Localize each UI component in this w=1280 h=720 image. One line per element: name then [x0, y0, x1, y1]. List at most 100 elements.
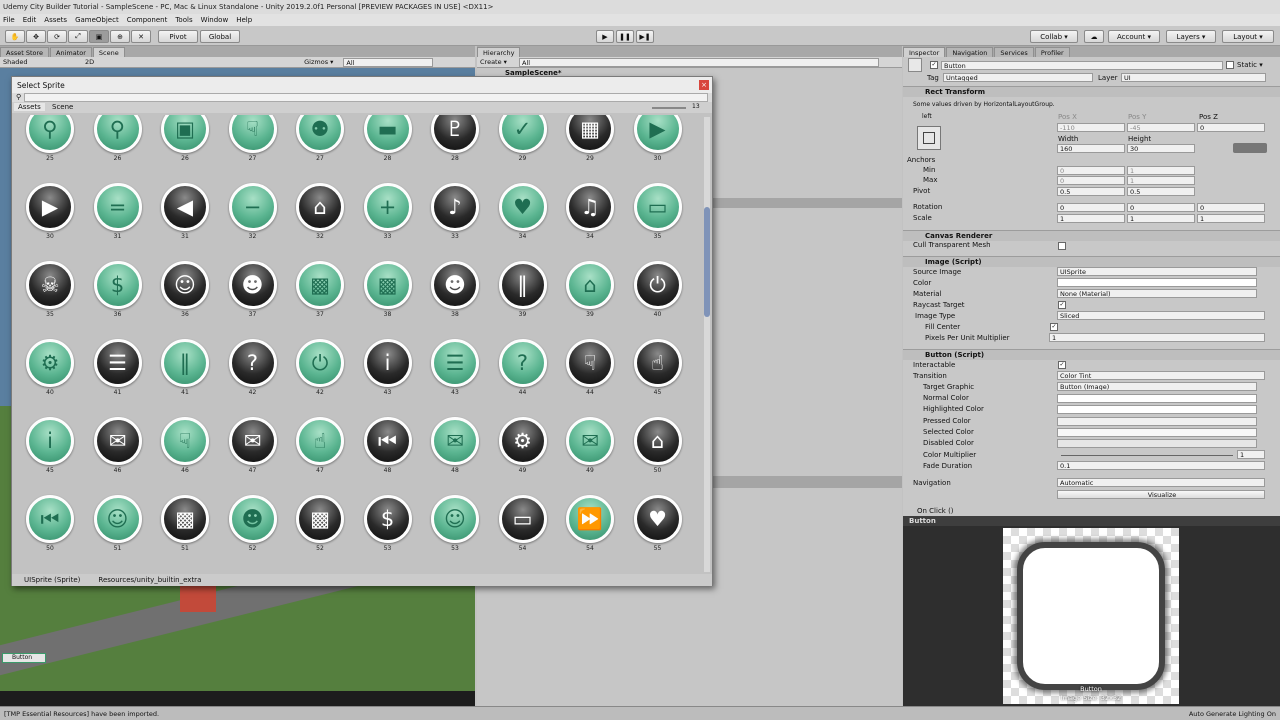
material-field[interactable]: None (Material) [1057, 289, 1257, 298]
sprite-cell[interactable]: ▬ 28 [360, 115, 416, 183]
scale-z[interactable]: 1 [1197, 214, 1265, 223]
sprite-cell[interactable]: ☝ 45 [630, 339, 686, 417]
pressed-color-field[interactable] [1057, 417, 1257, 426]
sprite-cell[interactable]: ▭ 35 [630, 183, 686, 261]
tab-animator[interactable]: Animator [50, 47, 92, 57]
sprite-cell[interactable]: ✓ 29 [495, 115, 551, 183]
sprite-cell[interactable]: ☠ 35 [22, 261, 78, 339]
tab-scene[interactable]: Scene [92, 47, 125, 57]
sprite-cell[interactable]: − 32 [225, 183, 281, 261]
tab-asset-store[interactable]: Asset Store [0, 47, 50, 57]
scene-search-input[interactable]: All [343, 57, 434, 67]
sprite-cell[interactable]: ▭ 54 [495, 495, 551, 571]
sprite-cell[interactable]: ⏮ 48 [360, 417, 416, 495]
static-dropdown[interactable]: Static ▾ [1237, 61, 1263, 69]
rect-tool-icon[interactable]: ▣ [89, 30, 109, 43]
sprite-cell[interactable]: ‖ 39 [495, 261, 551, 339]
tab-scene-objects[interactable]: Scene [52, 103, 73, 111]
rotate-tool-icon[interactable]: ⟳ [47, 30, 67, 43]
sprite-cell[interactable]: ‖ 41 [157, 339, 213, 417]
layer-dropdown[interactable]: UI [1121, 73, 1266, 82]
sprite-cell[interactable]: ☟ 27 [225, 115, 281, 183]
account-dropdown[interactable]: Account ▾ [1108, 30, 1160, 43]
sprite-cell[interactable]: ⚲ 26 [90, 115, 146, 183]
pivot-x[interactable]: 0.5 [1057, 187, 1125, 196]
sprite-cell[interactable]: ⏮ 50 [22, 495, 78, 571]
create-dropdown[interactable]: Create ▾ [480, 58, 507, 66]
sprite-cell[interactable]: ♪ 33 [427, 183, 483, 261]
sprite-cell[interactable]: = 31 [90, 183, 146, 261]
tab-profiler[interactable]: Profiler [1034, 47, 1070, 57]
sprite-cell[interactable]: ⚲ 25 [22, 115, 78, 183]
selected-color-field[interactable] [1057, 428, 1257, 437]
scale-tool-icon[interactable]: ⤢ [68, 30, 88, 43]
sprite-cell[interactable]: ☺ 51 [90, 495, 146, 571]
menu-file[interactable]: File [3, 16, 15, 24]
visualize-button[interactable]: Visualize [1057, 490, 1265, 499]
sprite-cell[interactable]: ▶ 30 [22, 183, 78, 261]
sprite-cell[interactable]: ♇ 28 [427, 115, 483, 183]
sprite-cell[interactable]: i 45 [22, 417, 78, 495]
sprite-cell[interactable]: ☰ 43 [427, 339, 483, 417]
color-multiplier-slider[interactable] [1061, 455, 1233, 456]
hand-tool-icon[interactable]: ✋ [5, 30, 25, 43]
sprite-cell[interactable]: ⚉ 27 [292, 115, 348, 183]
sprite-cell[interactable]: ? 42 [225, 339, 281, 417]
sprite-cell[interactable]: ▩ 37 [292, 261, 348, 339]
transition-dropdown[interactable]: Color Tint [1057, 371, 1265, 380]
sprite-cell[interactable]: ☟ 46 [157, 417, 213, 495]
sprite-cell[interactable]: ◀ 31 [157, 183, 213, 261]
anchor-presets-icon[interactable] [917, 126, 941, 150]
sprite-cell[interactable]: ☟ 44 [562, 339, 618, 417]
highlighted-color-field[interactable] [1057, 405, 1257, 414]
sprite-cell[interactable]: ▶ 30 [630, 115, 686, 183]
sprite-cell[interactable]: ▩ 51 [157, 495, 213, 571]
static-checkbox[interactable] [1226, 61, 1234, 69]
shading-dropdown[interactable]: Shaded [3, 58, 73, 66]
status-message[interactable]: [TMP Essential Resources] have been impo… [4, 710, 159, 718]
menu-edit[interactable]: Edit [23, 16, 37, 24]
sprite-cell[interactable]: ⏻ 40 [630, 261, 686, 339]
blueprint-raw-toggle[interactable] [1233, 143, 1267, 153]
layout-dropdown[interactable]: Layout ▾ [1222, 30, 1274, 43]
scale-x[interactable]: 1 [1057, 214, 1125, 223]
sprite-cell[interactable]: ⌂ 50 [630, 417, 686, 495]
sprite-cell[interactable]: ☺ 36 [157, 261, 213, 339]
target-graphic-field[interactable]: Button (Image) [1057, 382, 1257, 391]
pivot-toggle[interactable]: Pivot [158, 30, 198, 43]
source-image-field[interactable]: UISprite [1057, 267, 1257, 276]
sprite-cell[interactable]: ⏻ 42 [292, 339, 348, 417]
color-field[interactable] [1057, 278, 1257, 287]
close-icon[interactable]: × [699, 80, 709, 90]
sprite-cell[interactable]: $36 [90, 261, 146, 339]
sprite-cell[interactable]: $53 [360, 495, 416, 571]
hierarchy-search-input[interactable]: All [518, 57, 879, 67]
tab-navigation[interactable]: Navigation [946, 47, 994, 57]
rotation-z[interactable]: 0 [1197, 203, 1265, 212]
sprite-cell[interactable]: ♫ 34 [562, 183, 618, 261]
sprite-cell[interactable]: ☻ 52 [225, 495, 281, 571]
sprite-cell[interactable]: ▩ 52 [292, 495, 348, 571]
active-checkbox[interactable]: ✓ [930, 61, 938, 69]
scene-ui-button[interactable]: Button [2, 653, 46, 663]
posz-field[interactable]: 0 [1197, 123, 1265, 132]
sprite-cell[interactable]: ? 44 [495, 339, 551, 417]
sprite-cell[interactable]: ✉ 48 [427, 417, 483, 495]
sprite-cell[interactable]: ▣ 26 [157, 115, 213, 183]
tag-dropdown[interactable]: Untagged [943, 73, 1093, 82]
height-field[interactable]: 30 [1127, 144, 1195, 153]
sprite-cell[interactable]: ☻ 38 [427, 261, 483, 339]
image-type-dropdown[interactable]: Sliced [1057, 311, 1265, 320]
scale-y[interactable]: 1 [1127, 214, 1195, 223]
sprite-cell[interactable]: ☺ 53 [427, 495, 483, 571]
rotation-y[interactable]: 0 [1127, 203, 1195, 212]
menu-tools[interactable]: Tools [175, 16, 192, 24]
image-component-header[interactable]: Image (Script) [903, 256, 1280, 267]
play-button-icon[interactable]: ▶ [596, 30, 614, 43]
button-component-header[interactable]: Button (Script) [903, 349, 1280, 360]
sprite-cell[interactable]: ✉ 46 [90, 417, 146, 495]
menu-gameobject[interactable]: GameObject [75, 16, 119, 24]
sprite-cell[interactable]: ⚙ 49 [495, 417, 551, 495]
canvas-renderer-header[interactable]: Canvas Renderer [903, 230, 1280, 241]
sprite-cell[interactable]: ☰ 41 [90, 339, 146, 417]
